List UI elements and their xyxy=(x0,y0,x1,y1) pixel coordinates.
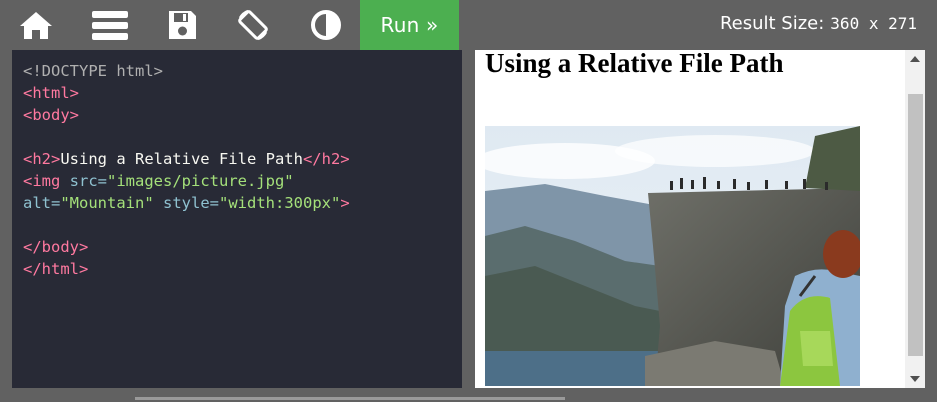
save-button[interactable] xyxy=(160,0,204,50)
horizontal-scroll-track[interactable] xyxy=(135,397,565,400)
rotate-button[interactable] xyxy=(230,0,276,50)
result-scrollbar[interactable] xyxy=(905,50,925,388)
toolbar: Run » Result Size: 360 x 271 xyxy=(0,0,937,50)
result-size-label: Result Size: xyxy=(719,13,825,34)
result-heading: Using a Relative File Path xyxy=(485,50,784,78)
home-button[interactable] xyxy=(14,0,58,50)
code-token: > xyxy=(340,194,350,212)
code-token: "images/picture.jpg" xyxy=(107,172,294,190)
code-token: "width:300px" xyxy=(219,194,341,212)
code-token: style= xyxy=(163,194,219,212)
code-line: <html> xyxy=(23,82,462,104)
code-token: <html> xyxy=(23,84,79,102)
scroll-up-arrow-icon[interactable] xyxy=(905,50,925,68)
code-token: </html> xyxy=(23,260,89,278)
result-frame: Using a Relative File Path xyxy=(475,50,925,388)
code-text[interactable]: <!DOCTYPE html> <html> <body> <h2>Using a … xyxy=(12,50,462,280)
save-icon xyxy=(169,11,196,39)
result-size: Result Size: 360 x 271 xyxy=(720,13,917,34)
code-token: </body> xyxy=(23,238,89,256)
code-line: <!DOCTYPE html> xyxy=(23,60,462,82)
scroll-down-arrow-icon[interactable] xyxy=(905,370,925,388)
menu-icon xyxy=(92,11,128,40)
rotate-icon xyxy=(238,9,268,41)
home-icon xyxy=(20,12,52,39)
code-line: </html> xyxy=(23,258,462,280)
code-token: Using a Relative File Path xyxy=(60,150,303,168)
code-token: "Mountain" xyxy=(60,194,154,212)
theme-toggle-button[interactable] xyxy=(304,0,348,50)
code-token: src= xyxy=(69,172,107,190)
contrast-icon xyxy=(311,10,341,40)
code-token: <body> xyxy=(23,106,79,124)
code-editor[interactable]: <!DOCTYPE html> <html> <body> <h2>Using a … xyxy=(12,50,462,388)
code-token: <h2> xyxy=(23,150,61,168)
scrollbar-thumb[interactable] xyxy=(908,94,923,356)
code-line: <body> xyxy=(23,104,462,126)
code-token: </h2> xyxy=(302,150,350,168)
bottom-strip xyxy=(0,388,937,402)
run-button[interactable]: Run » xyxy=(360,0,459,50)
menu-button[interactable] xyxy=(88,0,132,50)
code-token: <img xyxy=(23,172,70,190)
code-line: </body> xyxy=(23,236,462,258)
code-token: <!DOCTYPE html> xyxy=(23,62,163,80)
code-line: <img src="images/picture.jpg" xyxy=(23,170,462,192)
code-token: alt= xyxy=(23,194,61,212)
code-line: <h2>Using a Relative File Path</h2> xyxy=(23,148,462,170)
code-line: alt="Mountain" style="width:300px"> xyxy=(23,192,462,214)
mountain-image xyxy=(485,126,860,386)
result-size-value: 360 x 271 xyxy=(830,14,917,33)
